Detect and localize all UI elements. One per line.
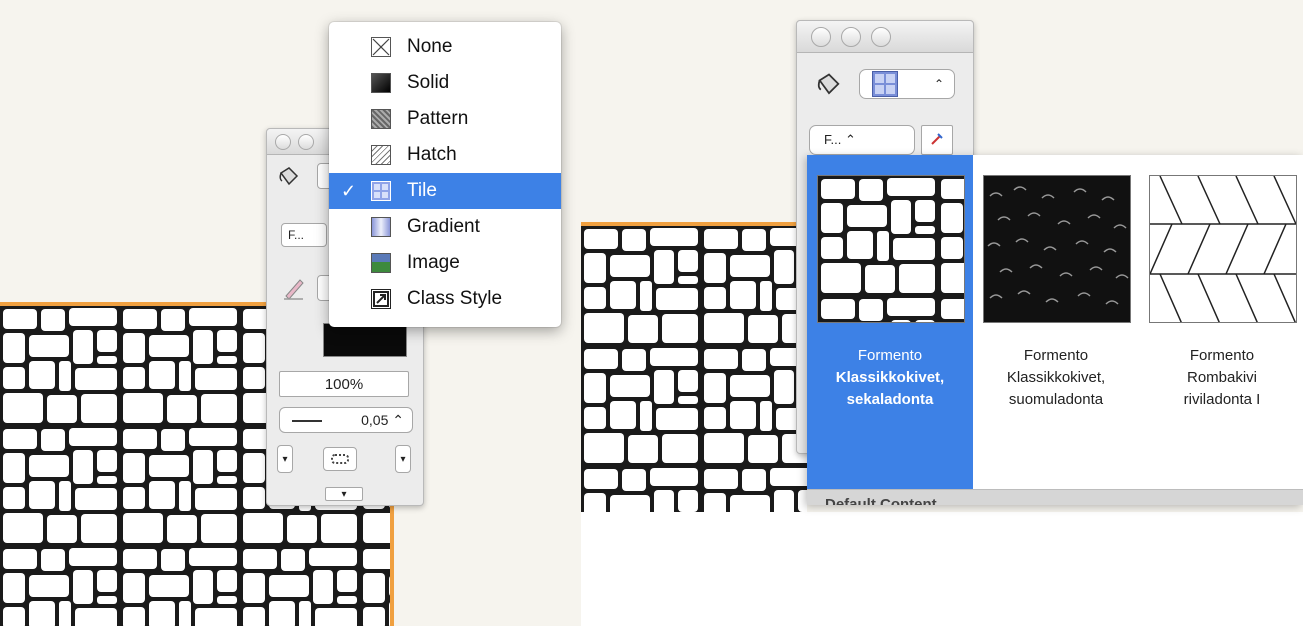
menu-item-label: Class Style <box>407 288 503 309</box>
solid-fill-icon <box>371 73 391 93</box>
tile-fill-icon <box>371 181 391 201</box>
disclosure-icon: ▾ <box>341 488 347 500</box>
pen-color-swatch[interactable] <box>323 323 407 357</box>
menu-item-solid[interactable]: Solid <box>329 65 561 101</box>
fill-type-menu: None Solid Pattern Hatch ✓ Tile Gradient… <box>329 22 561 327</box>
opacity-value: 100% <box>324 375 364 393</box>
menu-item-label: Solid <box>407 72 450 93</box>
image-fill-icon <box>371 253 391 273</box>
checkmark-icon: ✓ <box>341 180 357 201</box>
line-weight-popup[interactable]: 0,05 ⌃ <box>279 407 413 433</box>
tile-resource-item[interactable]: Formento Klassikkokivet, sekaladonta <box>807 155 973 489</box>
paint-bucket-icon <box>277 165 301 194</box>
line-style-button[interactable] <box>323 447 357 471</box>
minimize-window-button-right[interactable] <box>841 26 861 47</box>
class-style-icon <box>371 289 391 309</box>
fill-type-popup-right[interactable]: ⌃ <box>859 69 955 99</box>
tile-name: Formento Rombakivi riviladonta I <box>1183 347 1261 408</box>
tile-resource-library: Formento Klassikkokivet, sekaladonta For… <box>807 155 1303 505</box>
tile-thumbnail-rombakivi <box>1149 175 1297 323</box>
menu-item-label: Hatch <box>407 144 457 165</box>
none-fill-icon <box>371 37 391 57</box>
menu-item-label: Pattern <box>407 108 469 129</box>
menu-item-label: None <box>407 36 453 57</box>
gradient-fill-icon <box>371 217 391 237</box>
tile-thumbnail-suomuladonta <box>983 175 1131 323</box>
pattern-fill-icon <box>371 109 391 129</box>
resource-tools-button[interactable] <box>921 125 953 155</box>
paint-bucket-icon-right <box>815 71 843 104</box>
pen-icon <box>281 275 307 306</box>
menu-item-hatch[interactable]: Hatch <box>329 137 561 173</box>
tile-class-label: F... ⌃ <box>824 132 856 147</box>
fill-class-label: F... <box>288 228 305 242</box>
fill-class-popup[interactable]: F... <box>281 223 327 247</box>
line-style-icon <box>331 454 349 464</box>
menu-item-tile[interactable]: ✓ Tile <box>329 173 561 209</box>
tile-name: Formento Klassikkokivet, suomuladonta <box>1006 347 1106 408</box>
menu-item-class-style[interactable]: Class Style <box>329 281 561 317</box>
close-window-button[interactable] <box>275 133 291 150</box>
disclosure-button[interactable]: ▾ <box>325 487 363 501</box>
close-window-button-right[interactable] <box>811 26 831 47</box>
menu-item-label: Tile <box>407 180 437 201</box>
tile-resource-item[interactable]: Formento Klassikkokivet, suomuladonta <box>973 155 1139 489</box>
menu-item-image[interactable]: Image <box>329 245 561 281</box>
menu-item-label: Gradient <box>407 216 480 237</box>
selection-edge-top-right <box>581 222 807 226</box>
tile-name: Formento Klassikkokivet, sekaladonta <box>835 347 945 408</box>
start-marker-popup[interactable]: ▾ <box>277 445 293 473</box>
opacity-field[interactable]: 100% <box>279 371 409 397</box>
tile-thumbnail-sekaladonta <box>817 175 965 323</box>
minimize-window-button[interactable] <box>298 133 314 150</box>
menu-item-gradient[interactable]: Gradient <box>329 209 561 245</box>
tile-fill-icon <box>872 71 898 97</box>
line-weight-value: 0,05 ⌃ <box>361 411 404 428</box>
zoom-window-button-right[interactable] <box>871 26 891 47</box>
hatch-fill-icon <box>371 145 391 165</box>
menu-item-none[interactable]: None <box>329 29 561 65</box>
tile-class-popup[interactable]: F... ⌃ <box>809 125 915 155</box>
menu-item-pattern[interactable]: Pattern <box>329 101 561 137</box>
blank-canvas-area <box>581 512 1303 626</box>
tile-resource-item[interactable]: Formento Rombakivi riviladonta I <box>1139 155 1303 489</box>
palette-titlebar-right[interactable] <box>797 21 973 53</box>
line-weight-sample <box>292 420 322 422</box>
popup-arrows-icon: ⌃ <box>933 77 944 91</box>
end-marker-popup[interactable]: ▾ <box>395 445 411 473</box>
resource-tools-icon <box>929 131 945 150</box>
drawing-canvas-right[interactable] <box>581 226 807 512</box>
library-footer-label: Default Content <box>825 496 937 505</box>
library-footer: Default Content <box>807 489 1303 505</box>
menu-item-label: Image <box>407 252 460 273</box>
